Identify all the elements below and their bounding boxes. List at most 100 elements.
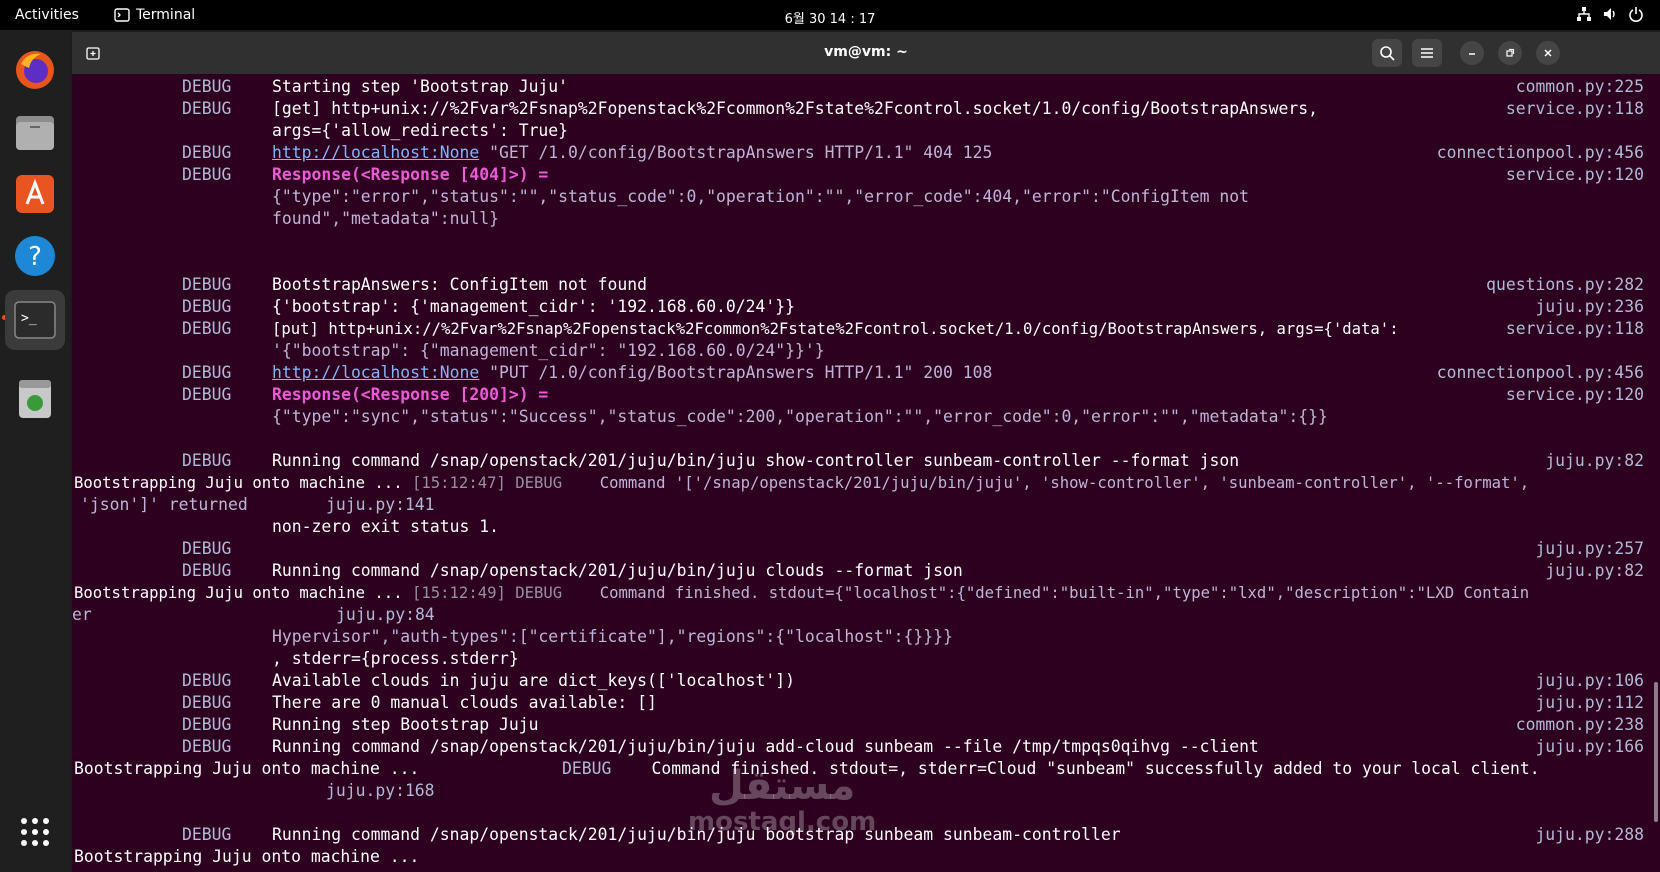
log-message: , stderr={process.stderr} [272, 649, 519, 668]
log-level: DEBUG [182, 143, 232, 162]
menu-button[interactable] [1412, 39, 1442, 67]
trash-launcher[interactable] [5, 368, 65, 428]
log-source: common.py:238 [1515, 715, 1644, 734]
app-center-launcher[interactable] [5, 164, 65, 224]
log-message: {"type":"sync","status":"Success","statu… [272, 407, 1328, 426]
log-message: Starting step 'Bootstrap Juju' [272, 77, 569, 96]
show-apps-button[interactable] [5, 802, 65, 862]
log-source: juju.py:257 [1535, 539, 1644, 558]
terminal-window: vm@vm: ~ DEBUG Starting step 'Bootstrap … [72, 32, 1660, 872]
log-level: DEBUG [562, 759, 612, 778]
log-message: found","metadata":null} [272, 209, 499, 228]
volume-icon [1604, 8, 1615, 20]
log-source: juju.py:166 [1535, 737, 1644, 756]
log-level: DEBUG [182, 671, 232, 690]
terminal-output[interactable]: DEBUG Starting step 'Bootstrap Juju' com… [72, 74, 1660, 872]
localhost-link[interactable]: http://localhost:None [272, 143, 479, 162]
log-message: Command finished. stdout={"localhost":{"… [562, 584, 1530, 602]
dock: ? >_ [0, 30, 70, 872]
log-level: DEBUG [182, 451, 232, 470]
svg-text:?: ? [28, 242, 42, 272]
show-apps-icon [21, 818, 49, 846]
log-level: DEBUG [182, 99, 232, 118]
log-level: DEBUG [182, 561, 232, 580]
log-source: service.py:120 [1505, 165, 1644, 184]
log-source: common.py:225 [1515, 77, 1644, 96]
log-level: DEBUG [182, 693, 232, 712]
log-message: BootstrapAnswers: ConfigItem not found [272, 275, 647, 294]
restore-icon [1506, 48, 1515, 57]
system-tray[interactable] [1576, 6, 1644, 22]
search-button[interactable] [1372, 39, 1402, 67]
log-source: questions.py:282 [1486, 275, 1644, 294]
log-message: non-zero exit status 1. [272, 517, 499, 536]
log-message: {'bootstrap': {'management_cidr': '192.1… [272, 297, 796, 316]
clock[interactable]: 6월 30 14 : 17 [0, 8, 1660, 27]
log-level: DEBUG [182, 363, 232, 382]
help-launcher[interactable]: ? [5, 226, 65, 286]
minimize-icon [1469, 53, 1475, 55]
log-message: Command '['/snap/openstack/201/juju/bin/… [562, 474, 1530, 492]
log-message: Hypervisor","auth-types":["certificate"]… [272, 627, 953, 646]
app-center-icon [16, 175, 54, 213]
log-source: juju.py:236 [1535, 297, 1644, 316]
watermark-latin: mostaql.com [688, 807, 877, 837]
log-source: service.py:120 [1505, 385, 1644, 404]
log-message: Running command /snap/openstack/201/juju… [272, 737, 1259, 756]
close-button[interactable] [1536, 41, 1560, 65]
spinner-text: Bootstrapping Juju onto machine ... [74, 759, 430, 778]
log-level: DEBUG [182, 825, 232, 844]
log-source: juju.py:82 [1545, 451, 1644, 470]
window-header: vm@vm: ~ [72, 32, 1660, 74]
watermark-arabic: مستقل [708, 763, 856, 809]
terminal-launcher[interactable]: >_ [5, 290, 65, 350]
log-message: There are 0 manual clouds available: [] [272, 693, 657, 712]
files-icon [16, 116, 54, 150]
log-level: DEBUG [182, 275, 232, 294]
trash-icon [19, 380, 51, 418]
firefox-launcher[interactable] [5, 40, 65, 100]
log-source: service.py:118 [1505, 319, 1644, 338]
log-message: args={'allow_redirects': True} [272, 121, 569, 140]
log-message: Running step Bootstrap Juju [272, 715, 539, 734]
spinner-text: Bootstrapping Juju onto machine ... [74, 847, 420, 866]
scrollbar[interactable] [1654, 682, 1658, 822]
spinner-text: Bootstrapping Juju onto machine ... [74, 474, 412, 492]
log-source: juju.py:141 [326, 495, 435, 514]
log-level: DEBUG [182, 319, 232, 338]
minimize-button[interactable] [1460, 41, 1484, 65]
firefox-icon [16, 51, 54, 89]
log-message: Response(<Response [200]>) = [272, 385, 549, 404]
log-source: juju.py:112 [1535, 693, 1644, 712]
power-icon [1629, 7, 1643, 22]
maximize-button[interactable] [1498, 41, 1522, 65]
log-level: DEBUG [182, 539, 232, 558]
log-level: DEBUG [182, 715, 232, 734]
log-message: Running command /snap/openstack/201/juju… [272, 451, 1240, 470]
log-source: juju.py:168 [326, 781, 435, 800]
log-message: [put] http+unix://%2Fvar%2Fsnap%2Fopenst… [272, 320, 1399, 338]
localhost-link[interactable]: http://localhost:None [272, 363, 479, 382]
log-message: "PUT /1.0/config/BootstrapAnswers HTTP/1… [479, 363, 993, 382]
network-icon [1577, 7, 1591, 21]
log-timestamp: [15:12:47] DEBUG [411, 474, 563, 492]
files-launcher[interactable] [5, 102, 65, 162]
hamburger-icon [1421, 48, 1433, 58]
watermark: مستقل mostaql.com [688, 764, 876, 836]
log-message: Response(<Response [404]>) = [272, 165, 549, 184]
top-bar: Activities Terminal 6월 30 14 : 17 [0, 0, 1660, 30]
log-message: Available clouds in juju are dict_keys([… [272, 671, 796, 690]
log-source: juju.py:106 [1535, 671, 1644, 690]
log-source: juju.py:82 [1545, 561, 1644, 580]
search-icon [1380, 46, 1395, 61]
close-icon [1544, 49, 1552, 57]
log-timestamp: [15:12:49] DEBUG [411, 584, 563, 602]
log-level: DEBUG [182, 385, 232, 404]
log-source: juju.py:84 [336, 605, 435, 624]
log-source: connectionpool.py:456 [1436, 363, 1644, 382]
log-level: DEBUG [182, 165, 232, 184]
log-source: connectionpool.py:456 [1436, 143, 1644, 162]
log-message: er [72, 605, 92, 624]
help-icon: ? [15, 236, 55, 276]
svg-text:>_: >_ [21, 311, 37, 326]
